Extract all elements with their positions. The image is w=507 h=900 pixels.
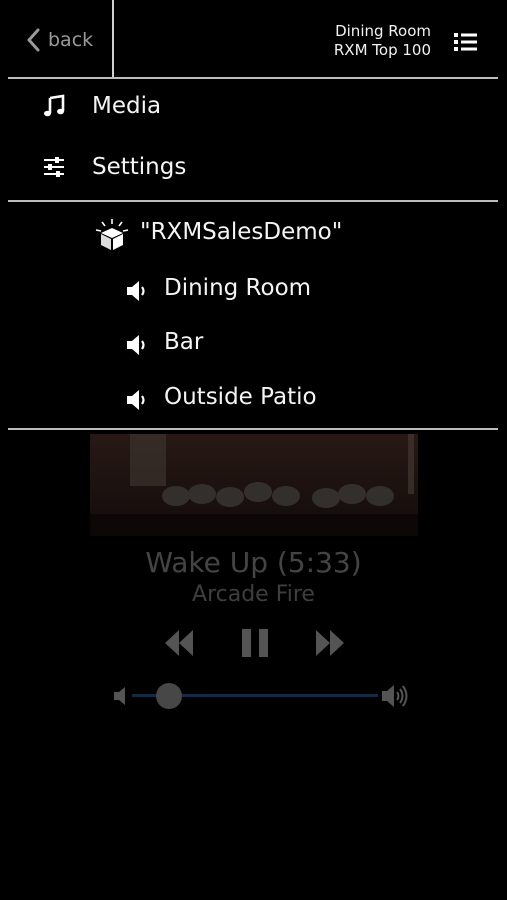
system-box-icon — [94, 218, 130, 252]
chevron-left-icon — [27, 28, 40, 52]
track-title: Wake Up (5:33) — [145, 546, 362, 579]
speaker-icon — [125, 388, 149, 412]
zone-row-outside-patio[interactable]: Outside Patio — [0, 378, 507, 422]
menu-item-settings[interactable]: Settings — [0, 141, 507, 193]
music-note-icon — [40, 92, 68, 120]
list-icon — [454, 33, 477, 51]
zone-label: Dining Room — [164, 275, 312, 301]
fast-forward-icon — [316, 630, 344, 656]
volume-high-icon — [380, 682, 410, 710]
pause-button[interactable] — [240, 626, 270, 660]
zone-label: Outside Patio — [164, 384, 317, 410]
zones-separator — [8, 428, 498, 430]
header-divider — [112, 0, 114, 78]
back-button[interactable]: back — [26, 25, 93, 55]
menu-item-media[interactable]: Media — [0, 80, 507, 132]
back-label: back — [48, 29, 94, 51]
album-art — [90, 434, 418, 536]
now-playing-panel: Wake Up (5:33) Arcade Fire — [0, 432, 507, 732]
volume-slider-knob[interactable] — [155, 683, 182, 709]
menu-label-media: Media — [92, 93, 162, 119]
pause-icon — [242, 629, 268, 657]
speaker-icon — [125, 279, 149, 303]
zone-label: Bar — [164, 329, 204, 355]
rewind-icon — [165, 630, 193, 656]
menu-label-settings: Settings — [92, 154, 187, 180]
previous-button[interactable] — [163, 626, 195, 660]
system-row[interactable]: "RXMSalesDemo" — [0, 212, 507, 258]
zone-name: Dining Room — [335, 22, 431, 40]
source-name: RXM Top 100 — [333, 41, 431, 59]
system-label: "RXMSalesDemo" — [140, 219, 343, 245]
volume-low-icon — [112, 684, 132, 708]
sliders-icon — [40, 153, 68, 181]
header-separator — [8, 77, 498, 79]
speaker-icon — [125, 333, 149, 357]
list-menu-button[interactable] — [452, 30, 480, 54]
zone-row-dining-room[interactable]: Dining Room — [0, 269, 507, 313]
zone-row-bar[interactable]: Bar — [0, 323, 507, 367]
next-button[interactable] — [314, 626, 346, 660]
menu-separator — [8, 200, 498, 202]
track-artist: Arcade Fire — [192, 582, 315, 607]
now-playing-zone: Dining Room RXM Top 100 — [334, 22, 431, 60]
